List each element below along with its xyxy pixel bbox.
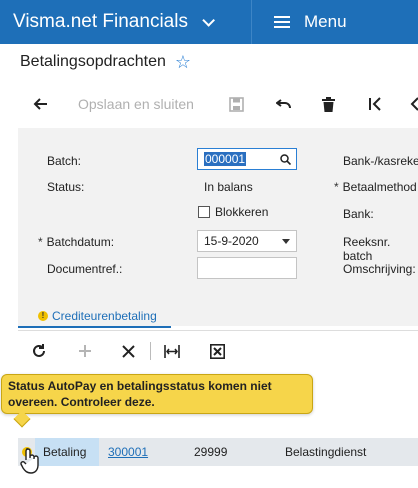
batchdate-label-text: Batchdatum:: [46, 235, 115, 249]
batch-label: Batch:: [47, 154, 82, 168]
block-label: Blokkeren: [215, 205, 269, 219]
batchdate-field[interactable]: 15-9-2020: [197, 230, 297, 252]
toolbar: Opslaan en sluiten: [0, 86, 418, 122]
trash-icon: [322, 96, 335, 112]
tab-crediteurenbetaling[interactable]: ! Crediteurenbetaling: [18, 306, 171, 328]
batch-value: 000001: [204, 152, 247, 166]
name-cell[interactable]: Belastingdienst: [285, 438, 415, 466]
required-marker: *: [334, 180, 339, 194]
first-page-icon: [369, 97, 381, 111]
chevron-down-icon: [202, 13, 215, 27]
fit-width-icon: [164, 344, 180, 358]
required-marker: *: [38, 235, 43, 249]
toolbar-divider: [150, 342, 151, 360]
previous-record-button[interactable]: [410, 86, 418, 122]
ref-cell[interactable]: 300001: [108, 438, 188, 466]
warning-icon: !: [38, 311, 48, 321]
delete-button[interactable]: [322, 86, 335, 122]
bank-label: Bank:: [343, 207, 374, 221]
hamburger-icon: [274, 16, 290, 28]
series-label: Reeksnr. batch: [343, 235, 391, 263]
menu-button[interactable]: Menu: [252, 0, 347, 44]
undo-button[interactable]: [276, 86, 292, 122]
refresh-button[interactable]: [32, 331, 46, 371]
batch-field[interactable]: 000001: [197, 148, 297, 170]
hand-cursor-icon: [20, 448, 39, 474]
fit-columns-button[interactable]: [164, 331, 180, 371]
add-row-button[interactable]: [78, 331, 92, 371]
table-row[interactable]: Betaling 300001 29999 Belastingdienst: [18, 438, 418, 466]
type-cell[interactable]: Betaling: [35, 438, 99, 466]
excel-icon: [210, 343, 225, 359]
search-icon[interactable]: [280, 154, 291, 165]
ref-link[interactable]: 300001: [108, 445, 148, 459]
save-button[interactable]: [229, 86, 244, 122]
description-label: Omschrijving:: [343, 262, 416, 276]
tab-label: Crediteurenbetaling: [52, 309, 157, 323]
summary-form: Batch: 000001 Status: In balans Blokkere…: [18, 128, 418, 326]
tooltip-text: Status AutoPay en betalingsstatus komen …: [8, 379, 272, 409]
status-label: Status:: [47, 180, 85, 194]
star-outline-icon[interactable]: ☆: [175, 53, 191, 71]
plus-icon: [79, 345, 91, 357]
save-close-label: Opslaan en sluiten: [78, 96, 194, 112]
undo-icon: [276, 99, 291, 109]
status-value: In balans: [204, 180, 253, 194]
floppy-disk-icon: [229, 96, 244, 112]
batchdate-label: * Batchdatum:: [38, 235, 115, 249]
save-close-button[interactable]: Opslaan en sluiten: [78, 86, 194, 122]
refresh-icon: [33, 344, 45, 357]
page-header: Betalingsopdrachten ☆: [0, 44, 418, 80]
supplier-cell[interactable]: 29999: [194, 438, 264, 466]
caret-down-icon[interactable]: [282, 239, 290, 244]
app-name: Visma.net Financials: [13, 11, 188, 32]
export-excel-button[interactable]: [210, 331, 225, 371]
chevron-left-icon: [410, 97, 418, 111]
payment-method-label-text: Betaalmethod: [342, 180, 417, 194]
docref-field[interactable]: [197, 257, 297, 279]
back-button[interactable]: [32, 86, 48, 122]
first-record-button[interactable]: [368, 86, 382, 122]
block-checkbox[interactable]: Blokkeren: [198, 205, 268, 219]
delete-row-button[interactable]: [122, 331, 135, 371]
warning-tooltip: Status AutoPay en betalingsstatus komen …: [1, 374, 313, 428]
top-bar: Visma.net Financials Menu: [0, 0, 418, 44]
page-title: Betalingsopdrachten: [20, 53, 166, 70]
app-switcher[interactable]: Visma.net Financials: [0, 0, 252, 44]
grid-toolbar: [18, 330, 418, 370]
bank-account-label: Bank-/kasreke: [343, 154, 418, 168]
menu-label: Menu: [304, 12, 347, 31]
checkbox-box[interactable]: [198, 206, 210, 218]
payment-method-label: * Betaalmethod: [334, 180, 417, 194]
docref-label: Documentref.:: [47, 262, 123, 276]
arrow-left-icon: [33, 98, 47, 110]
batchdate-value: 15-9-2020: [204, 234, 259, 248]
close-icon: [122, 344, 135, 358]
